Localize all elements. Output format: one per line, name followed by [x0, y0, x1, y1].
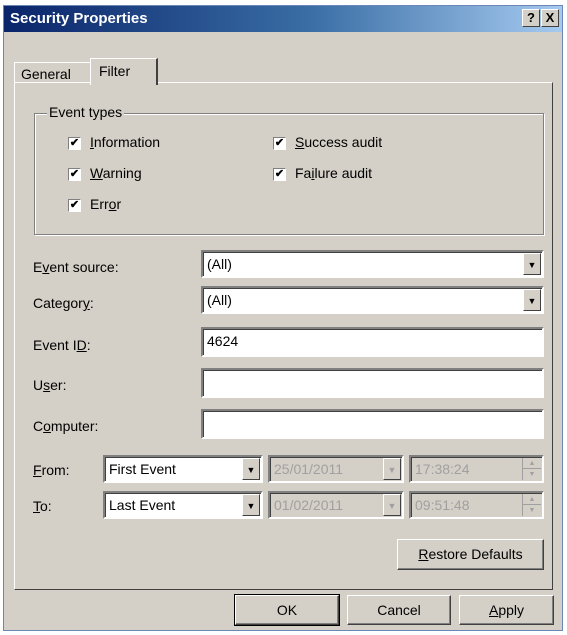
close-button[interactable]: X [541, 9, 559, 27]
error-label: Error [90, 196, 122, 212]
ok-button[interactable]: OK [234, 594, 340, 626]
help-button[interactable]: ? [522, 9, 540, 27]
chevron-down-icon[interactable]: ▼ [383, 494, 401, 516]
event-id-label: Event ID: [33, 337, 91, 353]
spin-up-icon[interactable]: ▲ [523, 458, 541, 469]
chevron-down-icon[interactable]: ▼ [523, 253, 541, 275]
spin-up-icon[interactable]: ▲ [523, 494, 541, 505]
chevron-down-icon[interactable]: ▼ [242, 458, 260, 480]
tab-general[interactable]: General [14, 62, 92, 84]
from-time-value: 17:38:24 [415, 461, 470, 477]
to-time-spinner[interactable]: ▲ ▼ [522, 494, 541, 516]
from-time-spinner[interactable]: ▲ ▼ [522, 458, 541, 480]
user-label: User: [33, 377, 67, 393]
from-label: From: [33, 462, 70, 478]
user-input[interactable] [201, 368, 544, 398]
to-date-picker[interactable]: 01/02/2011 ▼ [268, 491, 404, 519]
event-source-label: Event source: [33, 259, 119, 275]
to-select[interactable]: Last Event ▼ [103, 491, 263, 519]
from-date-value: 25/01/2011 [274, 461, 344, 477]
success-audit-checkbox[interactable]: ✔ [273, 137, 286, 150]
from-select[interactable]: First Event ▼ [103, 455, 263, 483]
information-label: Information [90, 134, 161, 150]
category-select[interactable]: (All) ▼ [201, 286, 544, 314]
title-bar[interactable]: Security Properties ? X [4, 6, 562, 32]
warning-label: Warning [90, 165, 142, 181]
to-time-value: 09:51:48 [415, 497, 470, 513]
category-label: Category: [33, 295, 94, 311]
event-id-input[interactable]: 4624 [201, 327, 544, 357]
tab-filter[interactable]: Filter [90, 58, 158, 85]
event-source-select[interactable]: (All) ▼ [201, 250, 544, 278]
error-checkbox[interactable]: ✔ [68, 199, 81, 212]
information-checkbox[interactable]: ✔ [68, 137, 81, 150]
tab-general-label: General [21, 66, 71, 82]
dialog-title: Security Properties [10, 10, 148, 27]
spin-down-icon[interactable]: ▼ [523, 469, 541, 480]
from-time-input[interactable]: 17:38:24 ▲ ▼ [409, 455, 544, 483]
computer-label: Computer: [33, 418, 99, 434]
from-date-picker[interactable]: 25/01/2011 ▼ [268, 455, 404, 483]
event-types-legend: Event types [47, 104, 125, 120]
category-value: (All) [207, 292, 232, 308]
chevron-down-icon[interactable]: ▼ [383, 458, 401, 480]
security-properties-dialog: Security Properties ? X General Filter E… [3, 5, 563, 631]
event-id-value: 4624 [207, 333, 239, 349]
cancel-button[interactable]: Cancel [347, 595, 451, 625]
success-audit-label: Success audit [295, 134, 383, 150]
restore-defaults-button[interactable]: Restore Defaults [397, 539, 544, 570]
event-source-value: (All) [207, 256, 232, 272]
failure-audit-label: Failure audit [295, 165, 373, 181]
tab-filter-label: Filter [99, 63, 131, 79]
chevron-down-icon[interactable]: ▼ [242, 494, 260, 516]
to-select-value: Last Event [109, 497, 176, 513]
to-date-value: 01/02/2011 [274, 497, 344, 513]
spin-down-icon[interactable]: ▼ [523, 505, 541, 516]
failure-audit-checkbox[interactable]: ✔ [273, 168, 286, 181]
warning-checkbox[interactable]: ✔ [68, 168, 81, 181]
to-time-input[interactable]: 09:51:48 ▲ ▼ [409, 491, 544, 519]
apply-button[interactable]: Apply [459, 595, 554, 625]
from-select-value: First Event [109, 461, 176, 477]
to-label: To: [33, 498, 52, 514]
computer-input[interactable] [201, 409, 544, 439]
chevron-down-icon[interactable]: ▼ [523, 289, 541, 311]
